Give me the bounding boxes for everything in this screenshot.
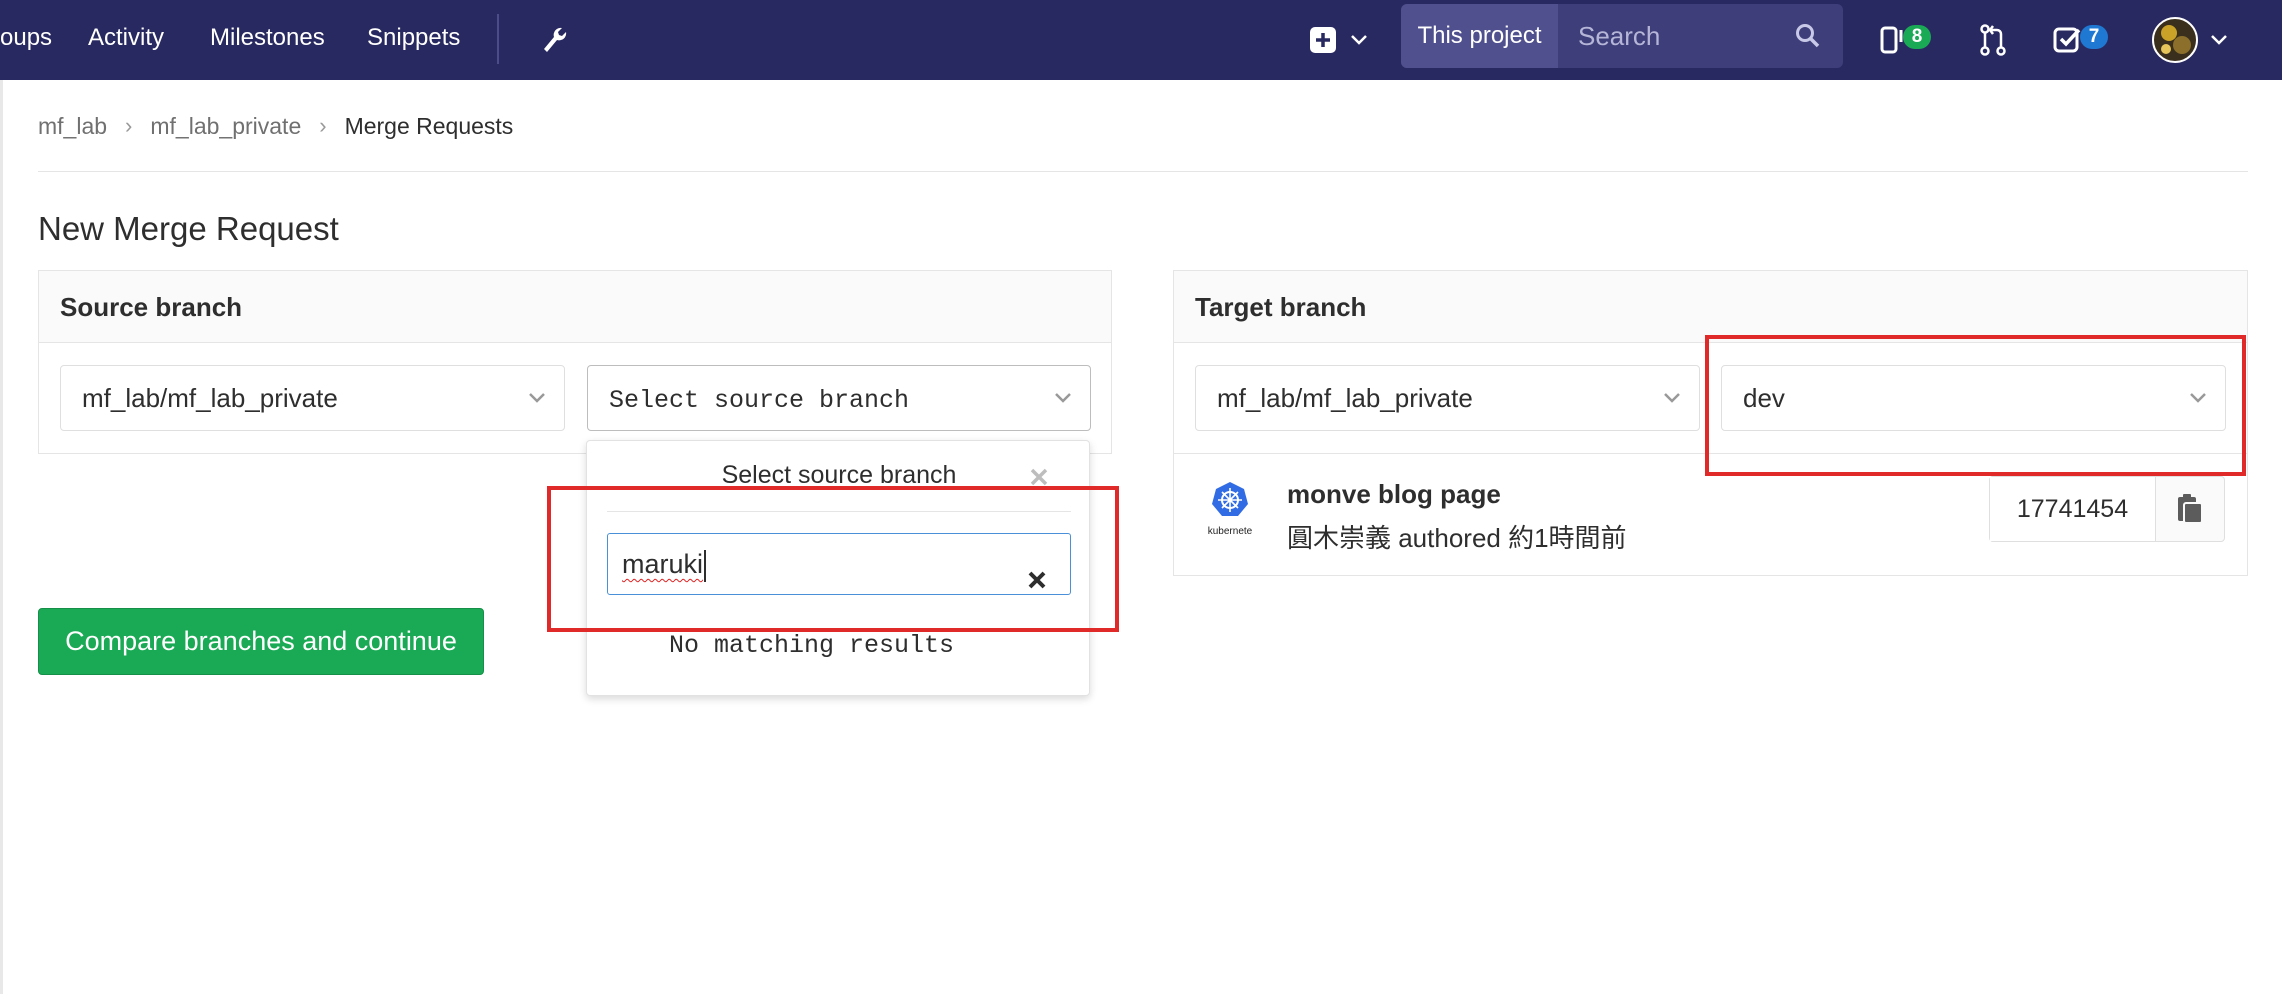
compare-branches-button[interactable]: Compare branches and continue [38,608,484,675]
avatar [2152,17,2198,63]
page-left-border [0,80,3,994]
highlight-box-target-branch [1705,335,2246,476]
user-menu[interactable] [2152,0,2228,80]
divider [38,171,2248,172]
breadcrumb-group[interactable]: mf_lab [38,113,107,140]
todos-count-badge: 7 [2080,25,2108,49]
breadcrumb-current[interactable]: Merge Requests [345,113,514,140]
search-scope-label[interactable]: This project [1401,4,1558,68]
chevron-down-icon [528,366,546,430]
commit-sha[interactable]: 17741454 [1990,477,2156,541]
nav-snippets-link[interactable]: Snippets [367,0,460,80]
chevron-down-icon [2211,35,2227,45]
chevron-right-icon: › [125,113,133,138]
top-navbar: oups Activity Milestones Snippets This p… [0,0,2282,80]
target-branch-heading: Target branch [1174,271,2247,343]
search-icon [1796,24,1820,48]
clipboard-icon [2178,494,2203,524]
kubernetes-logo-icon: kubernete [1196,478,1264,540]
plus-square-icon [1310,27,1336,53]
issues-icon [1880,26,1903,54]
nav-groups-link[interactable]: oups [0,0,52,80]
target-project-select[interactable]: mf_lab/mf_lab_private [1195,365,1700,431]
source-project-select[interactable]: mf_lab/mf_lab_private [60,365,565,431]
source-branch-heading: Source branch [39,271,1111,343]
source-branch-placeholder: Select source branch [609,386,910,415]
commit-author-meta: 圓木崇義 authored 約1時間前 [1287,523,1627,553]
commit-author-logo: kubernete [1196,478,1264,540]
target-project-value: mf_lab/mf_lab_private [1217,383,1473,413]
no-results-message: No matching results [669,631,955,660]
breadcrumb-project[interactable]: mf_lab_private [150,113,301,140]
svg-text:kubernete: kubernete [1208,526,1253,537]
new-item-dropdown[interactable] [1308,0,1368,80]
issues-nav-item[interactable] [1880,0,1906,80]
nav-divider [497,14,499,64]
chevron-right-icon: › [319,113,327,138]
nav-activity-link[interactable]: Activity [88,0,164,80]
issues-count-badge: 8 [1903,25,1931,49]
copy-sha-button[interactable] [2156,477,2224,541]
search-box: This project [1401,4,1843,68]
source-project-value: mf_lab/mf_lab_private [82,383,338,413]
chevron-down-icon [1054,366,1072,430]
nav-milestones-link[interactable]: Milestones [210,0,325,80]
todos-nav-icon[interactable] [2053,0,2083,80]
breadcrumb: mf_lab › mf_lab_private › Merge Requests [38,110,513,142]
source-branch-panel: Source branch mf_lab/mf_lab_private Sele… [38,270,1112,454]
merge-requests-nav-icon[interactable] [1979,0,2007,80]
source-branch-select[interactable]: Select source branch [587,365,1091,431]
commit-sha-group: 17741454 [1989,476,2225,542]
commit-title[interactable]: monve blog page [1287,479,1501,510]
page-title: New Merge Request [38,210,339,247]
chevron-down-icon [1351,35,1367,45]
chevron-down-icon [1663,366,1681,430]
admin-wrench-icon[interactable] [540,0,568,80]
highlight-box-source-search [547,486,1119,632]
